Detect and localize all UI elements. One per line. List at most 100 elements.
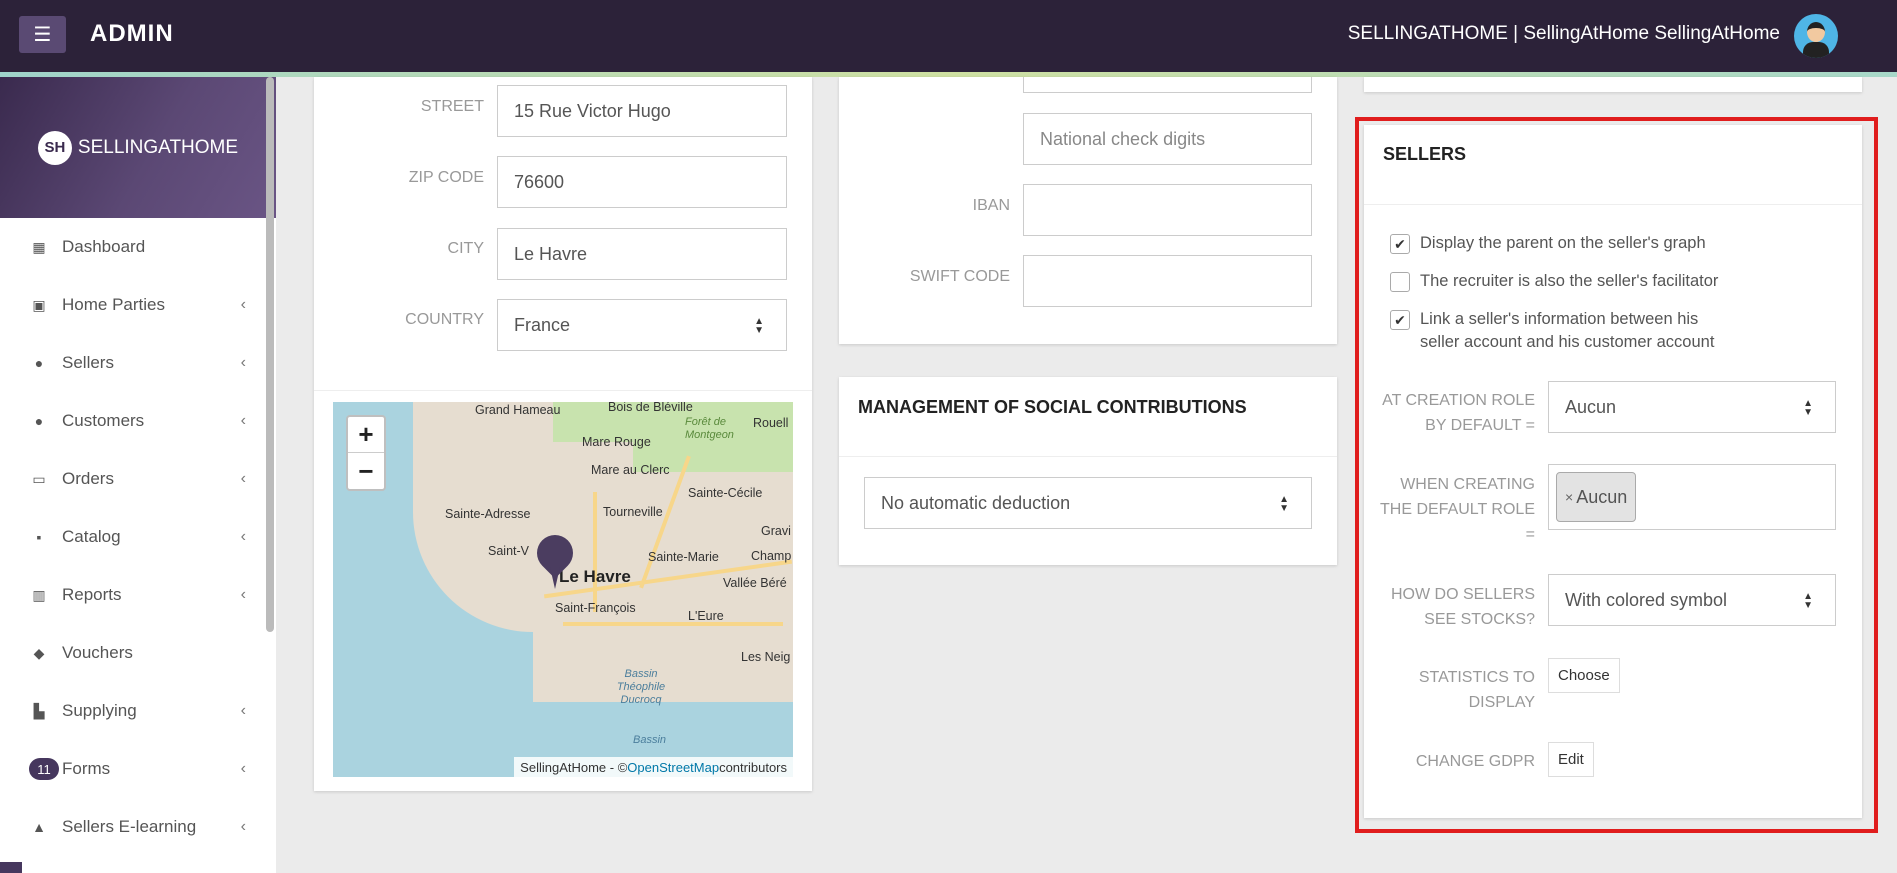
- map-label-foret: Forêt de Montgeon: [685, 416, 734, 441]
- iban-input[interactable]: [1023, 184, 1312, 236]
- sidebar-item-customers[interactable]: ● Customers ‹: [0, 392, 264, 450]
- archive-icon: ▪: [36, 529, 42, 545]
- chevron-left-icon: ‹: [240, 470, 246, 487]
- select-arrows-icon: ▲ ▼: [1803, 398, 1813, 418]
- sidebar-item-supplying[interactable]: ▙ Supplying ‹: [0, 682, 264, 740]
- display-parent-label[interactable]: Display the parent on the seller's graph: [1420, 232, 1706, 255]
- social-divider: [839, 456, 1337, 457]
- chevron-left-icon: ‹: [240, 818, 246, 835]
- link-seller-info-label-line2[interactable]: seller account and his customer account: [1420, 331, 1714, 354]
- check-icon: ✔: [1394, 311, 1406, 328]
- map-zoom-control: + −: [346, 415, 386, 491]
- map-label-grand-hameau: Grand Hameau: [475, 403, 561, 417]
- map-label-le-havre: Le Havre: [559, 567, 631, 586]
- stocks-display-value: With colored symbol: [1565, 589, 1728, 610]
- previous-panel-bottom: [1364, 77, 1862, 92]
- map-label-saint-francois: Saint-François: [555, 601, 636, 615]
- chevron-left-icon: ‹: [240, 702, 246, 719]
- sidebar-item-forms[interactable]: 11 Forms ‹: [0, 740, 264, 798]
- map-label-mare-rouge: Mare Rouge: [582, 435, 651, 449]
- attribution-prefix: SellingAtHome - ©: [520, 759, 628, 775]
- sidebar-item-label: Orders: [62, 469, 114, 488]
- chevron-left-icon: ‹: [240, 412, 246, 429]
- sidebar-item-label: Dashboard: [62, 237, 146, 256]
- default-role-label-1: WHEN CREATING: [1400, 476, 1535, 493]
- industry-icon: ▙: [33, 702, 45, 719]
- map-label-graville: Gravi: [761, 524, 791, 538]
- social-contributions-value: No automatic deduction: [881, 492, 1071, 513]
- map-label-saint-vincent: Saint-V: [488, 544, 529, 558]
- sidebar-item-home-parties[interactable]: ▣ Home Parties ‹: [0, 276, 264, 334]
- user-name[interactable]: SELLINGATHOME | SellingAtHome SellingAtH…: [1348, 23, 1780, 45]
- select-arrows-icon: ▲ ▼: [754, 316, 764, 336]
- default-role-tag-label: Aucun: [1576, 486, 1628, 507]
- sidebar-item-reports[interactable]: ▥ Reports ‹: [0, 566, 264, 624]
- link-seller-info-checkbox[interactable]: ✔: [1390, 310, 1410, 330]
- sidebar-item-vouchers[interactable]: ◆ Vouchers: [0, 624, 264, 682]
- bar-chart-icon: ▥: [32, 586, 46, 603]
- zip-code-label: ZIP CODE: [408, 169, 484, 186]
- edit-gdpr-button[interactable]: Edit: [1548, 742, 1594, 777]
- swift-code-input[interactable]: [1023, 255, 1312, 307]
- sidebar-item-label: Sellers: [62, 353, 114, 372]
- display-parent-checkbox[interactable]: ✔: [1390, 234, 1410, 254]
- sidebar-item-sellers-e-learning[interactable]: ▲ Sellers E-learning ‹: [0, 798, 264, 856]
- user-avatar[interactable]: [1794, 14, 1838, 58]
- zoom-out-button[interactable]: −: [348, 453, 384, 489]
- sellingathome-logo[interactable]: SH SELLINGATHOME: [37, 130, 239, 165]
- social-contributions-title: MANAGEMENT OF SOCIAL CONTRIBUTIONS: [858, 397, 1247, 417]
- hamburger-menu-button[interactable]: ☰: [19, 16, 66, 53]
- remove-tag-icon[interactable]: ×: [1565, 489, 1573, 505]
- creation-role-select[interactable]: Aucun ▲ ▼: [1548, 381, 1836, 433]
- location-map[interactable]: Grand Hameau Bois de Bléville Forêt de M…: [333, 402, 793, 777]
- sidebar-item-catalog[interactable]: ▪ Catalog ‹: [0, 508, 264, 566]
- map-label-les-neiges: Les Neig: [741, 650, 791, 664]
- map-label-sainte-marie: Sainte-Marie: [648, 550, 719, 564]
- map-label-bois-de-bleville: Bois de Bléville: [608, 402, 693, 414]
- sidebar-item-sellers[interactable]: ● Sellers ‹: [0, 334, 264, 392]
- map-label-bassin: Bassin: [633, 734, 667, 746]
- map-label-champ: Champ: [751, 549, 792, 563]
- swift-code-label: SWIFT CODE: [909, 268, 1010, 285]
- chevron-left-icon: ‹: [240, 760, 246, 777]
- sidebar-item-label: Reports: [62, 585, 122, 604]
- address-divider: [314, 390, 812, 391]
- sellers-title: SELLERS: [1383, 144, 1467, 164]
- sidebar-scrollbar[interactable]: [266, 77, 274, 632]
- tags-icon: ◆: [33, 644, 45, 661]
- city-input[interactable]: Le Havre: [497, 228, 787, 280]
- default-role-tag[interactable]: × Aucun: [1556, 472, 1637, 522]
- sidebar-next-item-marker: [0, 862, 22, 873]
- zoom-in-button[interactable]: +: [348, 417, 384, 453]
- admin-brand: ADMIN: [90, 20, 174, 47]
- bank-code-input[interactable]: [1023, 77, 1312, 93]
- zip-code-input[interactable]: 76600: [497, 156, 787, 208]
- credit-card-icon: ▭: [32, 470, 46, 487]
- sidebar-item-label: Vouchers: [62, 643, 133, 662]
- openstreetmap-link[interactable]: OpenStreetMap: [627, 760, 719, 775]
- street-input[interactable]: 15 Rue Victor Hugo: [497, 85, 787, 137]
- creation-role-label-1: AT CREATION ROLE: [1382, 392, 1535, 409]
- sidebar-item-orders[interactable]: ▭ Orders ‹: [0, 450, 264, 508]
- logo-text: SELLINGATHOME: [77, 136, 239, 158]
- link-seller-info-label-line1[interactable]: Link a seller's information between his: [1420, 308, 1698, 331]
- select-arrows-icon: ▲ ▼: [1803, 591, 1813, 611]
- sidebar: SH SELLINGATHOME ▦ Dashboard ▣ Home Parties…: [0, 77, 276, 873]
- sidebar-item-dashboard[interactable]: ▦ Dashboard: [0, 218, 264, 276]
- stocks-label-2: SEE STOCKS?: [1424, 611, 1535, 628]
- stocks-display-select[interactable]: With colored symbol ▲ ▼: [1548, 574, 1836, 626]
- calendar-icon: ▣: [32, 296, 46, 313]
- creation-role-value: Aucun: [1565, 396, 1617, 417]
- recruiter-facilitator-label[interactable]: The recruiter is also the seller's facil…: [1420, 270, 1718, 293]
- national-check-digits-input[interactable]: National check digits: [1023, 113, 1312, 165]
- recruiter-facilitator-checkbox[interactable]: [1390, 272, 1410, 292]
- country-select[interactable]: France ▲ ▼: [497, 299, 787, 351]
- social-contributions-select[interactable]: No automatic deduction ▲ ▼: [864, 477, 1312, 529]
- change-gdpr-label: CHANGE GDPR: [1415, 753, 1535, 770]
- sidebar-item-label: Sellers E-learning: [62, 817, 197, 836]
- users-icon: ●: [34, 413, 44, 429]
- choose-statistics-button[interactable]: Choose: [1548, 658, 1620, 693]
- map-label-l-eure: L'Eure: [688, 609, 724, 623]
- default-role-label-3: =: [1525, 526, 1535, 543]
- sidebar-item-label: Supplying: [62, 701, 137, 720]
